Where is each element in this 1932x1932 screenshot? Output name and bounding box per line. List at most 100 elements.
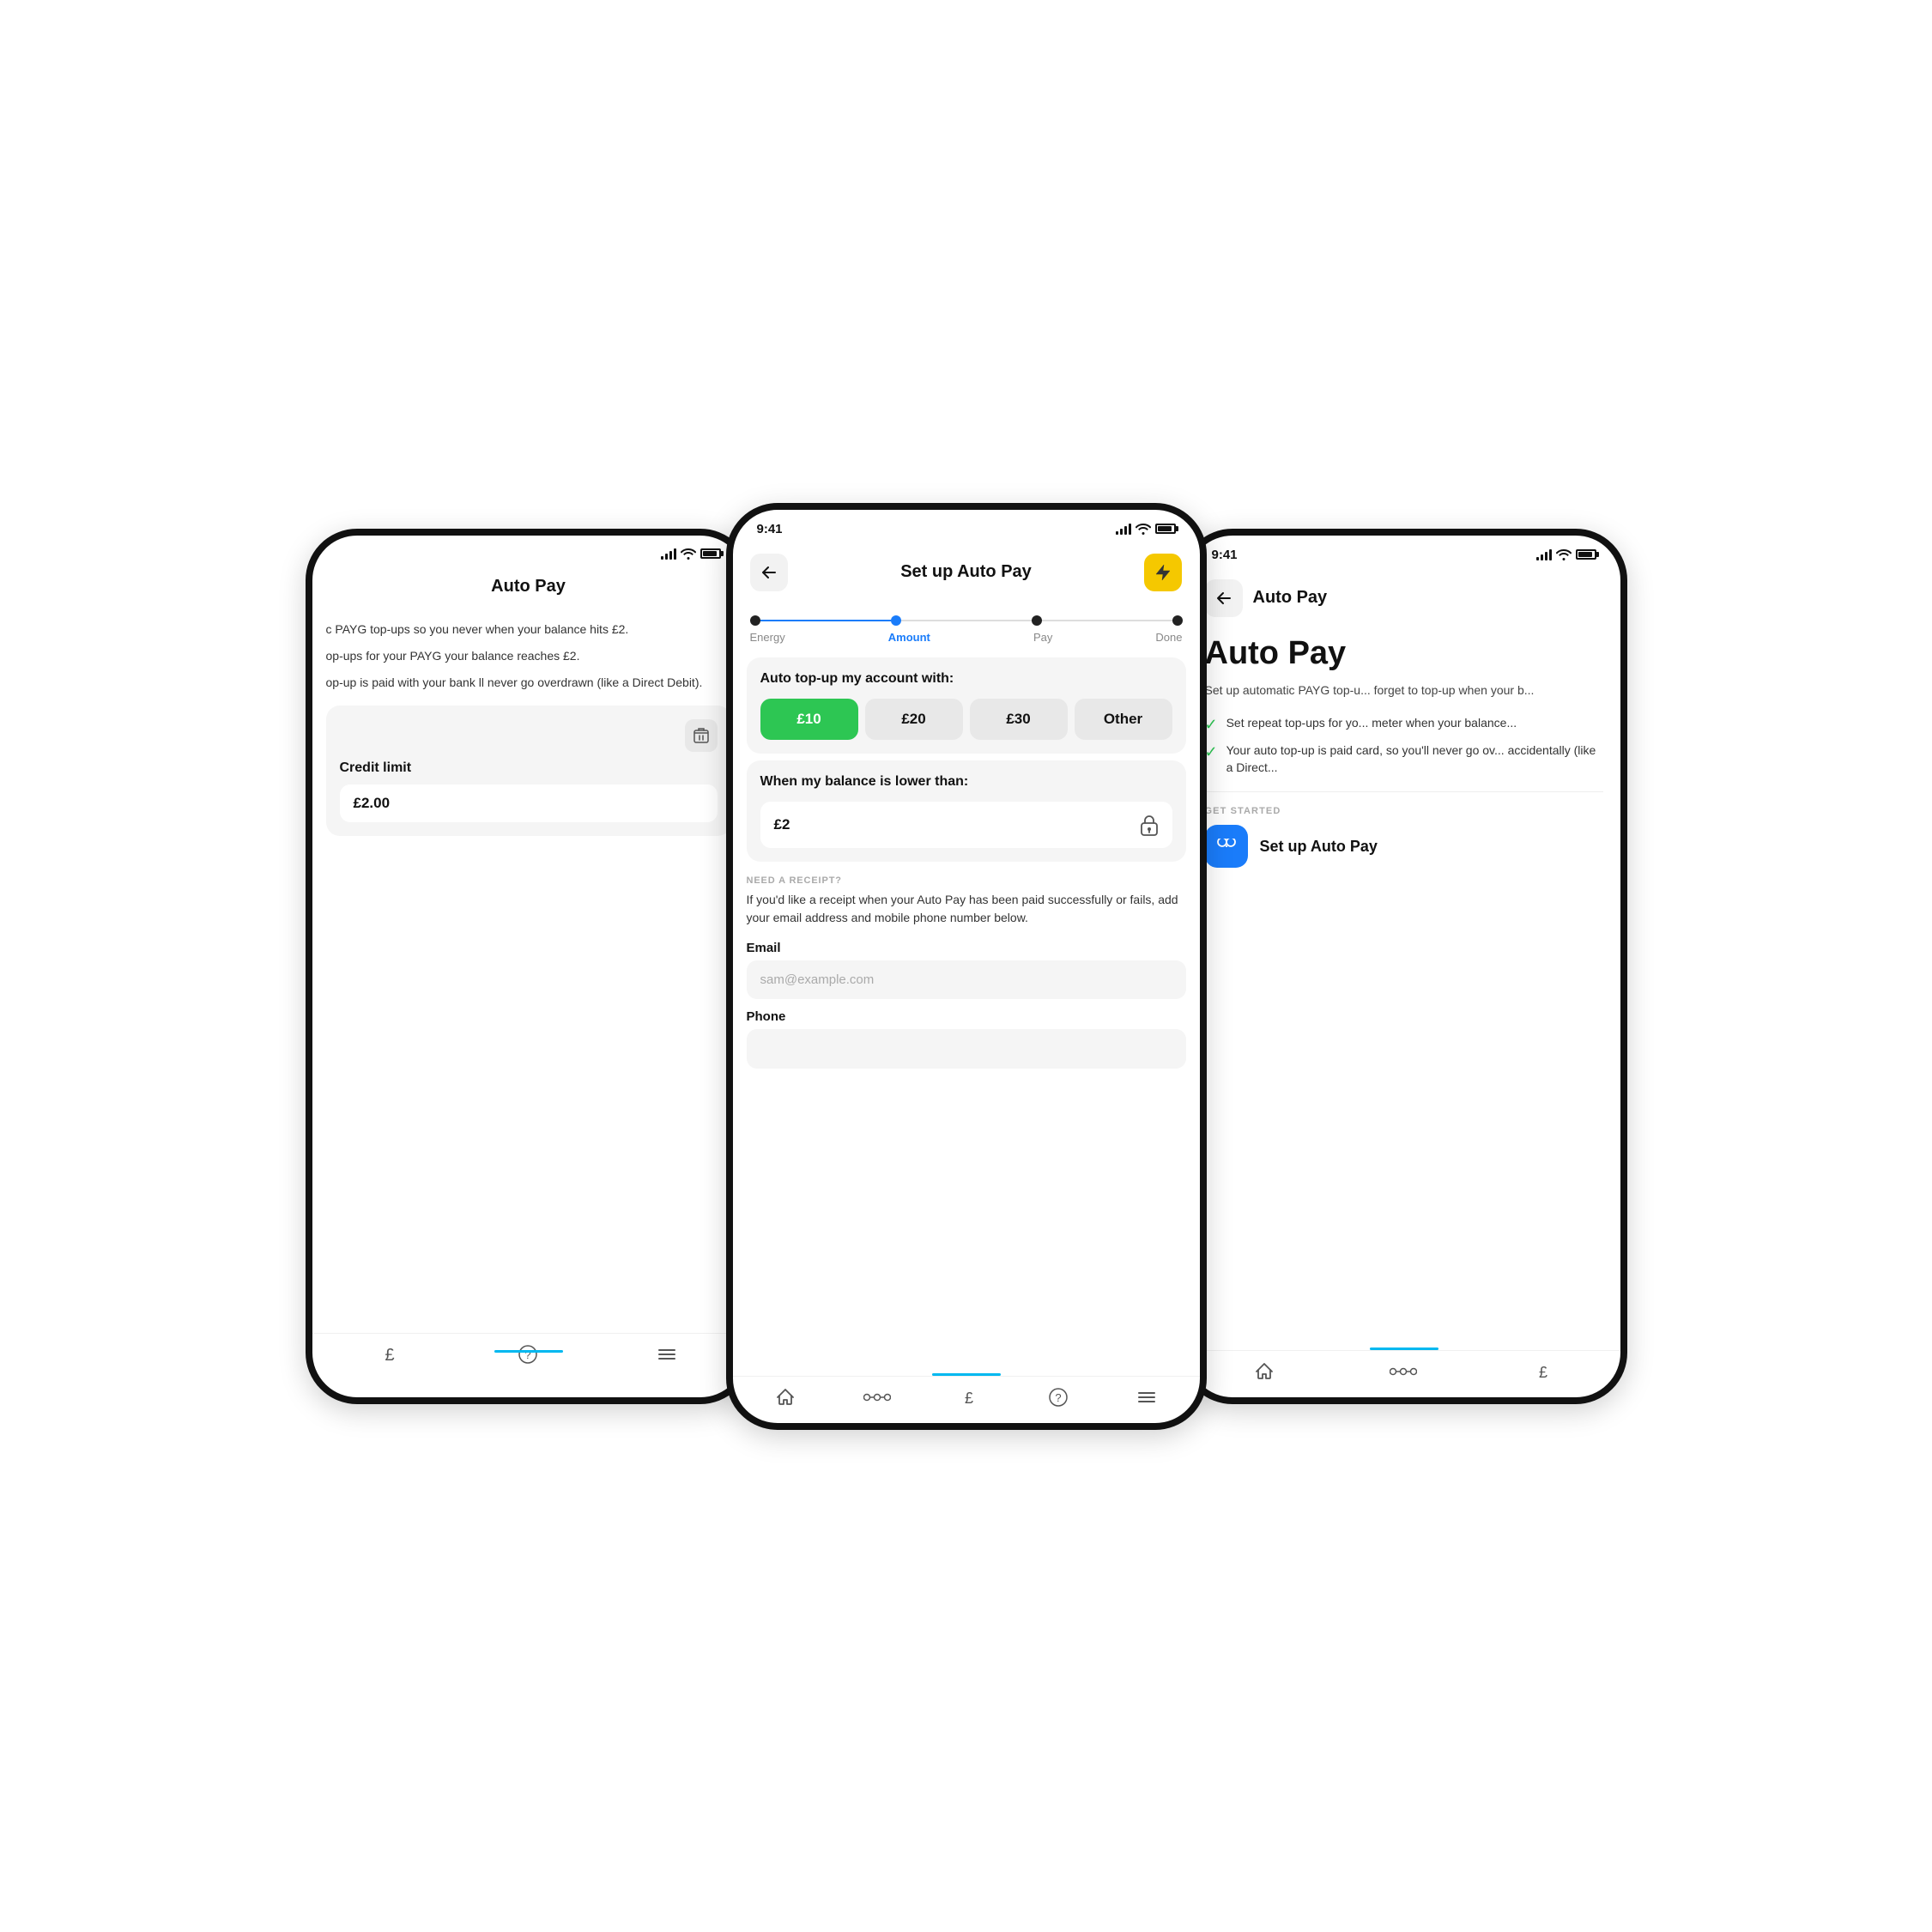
svg-text:?: ? [1055,1391,1061,1404]
right-time: 9:41 [1212,548,1238,562]
step-dot-amount [891,615,901,626]
check-text-1: Set repeat top-ups for yo... meter when … [1226,715,1517,732]
left-content: c PAYG top-ups so you never when your ba… [312,607,745,850]
left-phone: Auto Pay c PAYG top-ups so you never whe… [306,529,752,1404]
center-bottom-wrapper: £ ? [733,1376,1200,1423]
center-bottom-indicator [932,1373,1001,1376]
left-header: Auto Pay [312,566,745,607]
nav-item-menu[interactable] [657,1344,677,1365]
center-nav-home[interactable] [775,1387,796,1408]
right-nav-home[interactable] [1254,1361,1275,1382]
receipt-label: NEED A RECEIPT? [747,875,1186,886]
right-page-title: Auto Pay [1205,636,1603,672]
right-status-bar: 9:41 [1188,536,1620,569]
left-page-title: Auto Pay [491,577,566,597]
nav-item-money[interactable]: £ [379,1344,400,1365]
email-label: Email [733,941,1200,955]
balance-input-row: £2 [760,802,1172,848]
setup-btn-text: Set up Auto Pay [1260,838,1378,856]
center-time: 9:41 [757,522,783,536]
phone-label: Phone [733,1009,1200,1024]
right-bottom-nav: £ [1188,1350,1620,1397]
center-nav-account[interactable]: £ [959,1387,979,1408]
email-placeholder: sam@example.com [760,972,875,987]
step-line-3 [1042,620,1172,621]
step-label-energy: Energy [750,631,785,644]
center-action-button[interactable] [1144,554,1182,591]
check-item-1: ✓ Set repeat top-ups for yo... meter whe… [1205,715,1603,734]
svg-text:£: £ [385,1346,395,1365]
phone-input[interactable] [747,1029,1186,1069]
left-status-bar [312,536,745,566]
right-header: Auto Pay [1188,569,1620,627]
center-header-title: Set up Auto Pay [900,562,1032,582]
center-nav-usage[interactable] [863,1390,891,1405]
center-phone: 9:41 [726,503,1207,1430]
left-bottom-area: £ ? [312,1333,745,1397]
setup-autopay-button[interactable]: Set up Auto Pay [1205,825,1603,868]
balance-value: £2 [774,816,790,833]
get-started-label: GET STARTED [1205,791,1603,816]
center-header: Set up Auto Pay [733,543,1200,602]
center-wifi-icon [1136,523,1151,535]
amount-btn-30[interactable]: £30 [970,699,1068,740]
scene: Auto Pay c PAYG top-ups so you never whe… [0,0,1932,1932]
svg-text:£: £ [965,1390,973,1407]
right-signal-icon [1536,548,1552,560]
amount-btn-10[interactable]: £10 [760,699,858,740]
center-nav-help[interactable]: ? [1048,1387,1069,1408]
signal-icon [661,548,676,560]
right-nav-usage[interactable] [1390,1364,1417,1379]
check-mark-1: ✓ [1205,716,1218,734]
center-signal-icon [1116,523,1131,535]
right-back-button[interactable] [1205,579,1243,617]
balance-card: When my balance is lower than: £2 [747,760,1186,862]
topup-card-title: Auto top-up my account with: [760,671,1172,687]
balance-card-title: When my balance is lower than: [760,774,1172,790]
svg-text:£: £ [1539,1364,1547,1381]
right-body-text: Set up automatic PAYG top-u... forget to… [1205,681,1603,700]
left-body-text-1: c PAYG top-ups so you never when your ba… [326,621,731,639]
credit-card: Credit limit £2.00 [326,706,731,836]
center-bottom-nav: £ ? [733,1376,1200,1423]
step-label-pay: Pay [1033,631,1052,644]
wifi-icon [681,548,696,560]
lock-icon [1140,814,1159,836]
center-back-button[interactable] [750,554,788,591]
credit-limit-title: Credit limit [340,760,718,776]
left-bottom-nav: £ ? [312,1333,745,1380]
receipt-section: NEED A RECEIPT? If you'd like a receipt … [733,869,1200,941]
credit-limit-value: £2.00 [340,784,718,822]
step-label-done: Done [1155,631,1182,644]
receipt-text: If you'd like a receipt when your Auto P… [747,891,1186,927]
center-nav-menu[interactable] [1136,1387,1157,1408]
amount-options: £10 £20 £30 Other [760,699,1172,740]
delete-icon[interactable] [685,719,718,752]
amount-btn-20[interactable]: £20 [865,699,963,740]
steps-container: Energy Amount Pay Done [733,602,1200,651]
right-status-icons [1536,548,1596,560]
center-battery-icon [1155,524,1176,534]
right-nav-account[interactable]: £ [1533,1361,1553,1382]
bottom-indicator [494,1350,563,1353]
check-mark-2: ✓ [1205,743,1218,761]
steps-labels: Energy Amount Pay Done [750,631,1183,644]
left-body-text-2: op-ups for your PAYG your balance reache… [326,647,731,665]
autopay-icon [1205,825,1248,868]
step-line-1 [760,620,891,621]
email-input[interactable]: sam@example.com [747,960,1186,999]
amount-btn-other[interactable]: Other [1075,699,1172,740]
step-dot-pay [1032,615,1042,626]
center-status-icons [1116,523,1176,535]
step-dot-energy [750,615,760,626]
step-line-2 [901,620,1032,621]
topup-card: Auto top-up my account with: £10 £20 £30… [747,657,1186,754]
check-item-2: ✓ Your auto top-up is paid card, so you'… [1205,742,1603,776]
right-header-title: Auto Pay [1253,588,1328,608]
center-status-bar: 9:41 [733,510,1200,543]
right-bottom-indicator [1370,1348,1438,1350]
step-label-amount: Amount [888,631,930,644]
step-dot-done [1172,615,1183,626]
nav-item-help[interactable]: ? [518,1344,538,1365]
center-scroll-area: Auto top-up my account with: £10 £20 £30… [733,651,1200,1376]
